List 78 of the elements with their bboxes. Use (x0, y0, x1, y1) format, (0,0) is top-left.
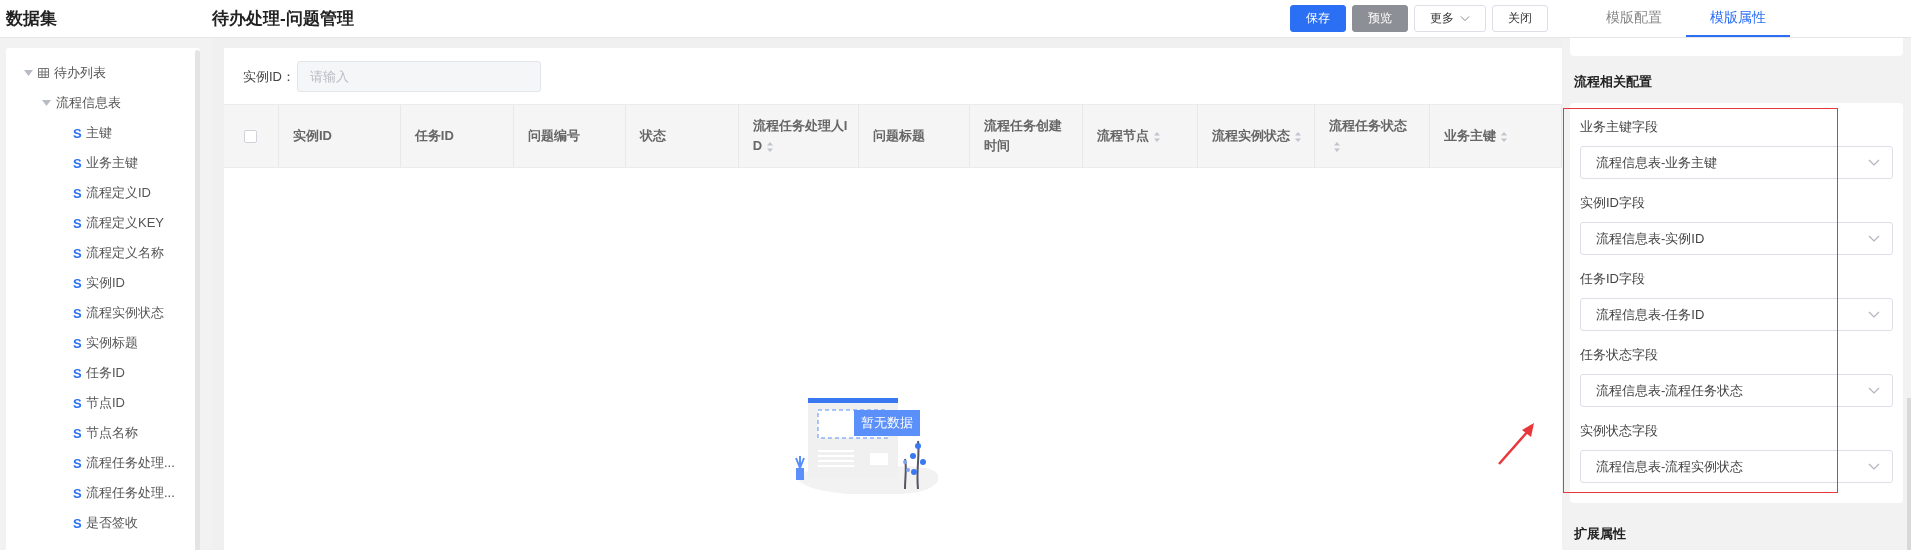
select-field[interactable]: 流程信息表-流程实例状态 (1580, 450, 1893, 483)
string-type-icon: S (73, 155, 81, 171)
panel-title: 数据集 (6, 8, 57, 30)
select-all-checkbox[interactable] (244, 129, 258, 143)
tree-item[interactable]: 流程实例状态 (86, 304, 164, 322)
tab[interactable]: 模版配置 (1582, 0, 1686, 37)
select-field[interactable]: 流程信息表-任务ID (1580, 298, 1893, 331)
chevron-down-icon (1868, 235, 1880, 242)
tree-item[interactable]: 主键 (86, 124, 112, 142)
section-title: 扩展属性 (1573, 525, 1627, 543)
tree-item[interactable]: 流程定义ID (86, 184, 151, 202)
sort-icon[interactable] (766, 140, 774, 153)
sort-icon[interactable] (1333, 140, 1342, 153)
field-label: 任务状态字段 (1580, 346, 1659, 364)
page-title: 待办处理-问题管理 (212, 8, 355, 30)
string-type-icon: S (73, 125, 81, 141)
tree-item[interactable]: 流程任务处理... (86, 484, 175, 502)
chevron-down-icon (1868, 311, 1880, 318)
sort-icon[interactable] (1500, 130, 1509, 143)
tree-item[interactable]: 是否签收 (86, 514, 138, 532)
chevron-down-icon (1868, 387, 1880, 394)
field-label: 实例ID： (243, 67, 295, 86)
field-label: 任务ID字段 (1580, 270, 1646, 288)
string-type-icon: S (73, 185, 81, 201)
column-header: 业务主键 (1444, 126, 1509, 146)
close-button[interactable]: 关闭 (1492, 5, 1548, 32)
string-type-icon: S (73, 425, 81, 441)
chevron-down-icon (1868, 159, 1880, 166)
sort-icon[interactable] (1153, 130, 1162, 143)
column-header: 问题标题 (872, 127, 925, 145)
table-icon (38, 68, 49, 78)
select-field[interactable]: 流程信息表-流程任务状态 (1580, 374, 1893, 407)
more-dropdown[interactable]: 更多 (1414, 5, 1486, 32)
select-field[interactable]: 流程信息表-实例ID (1580, 222, 1893, 255)
tree-item[interactable]: 任务ID (86, 364, 125, 382)
tree-item[interactable]: 流程定义名称 (86, 244, 164, 262)
tree-item[interactable]: 节点ID (86, 394, 125, 412)
string-type-icon: S (73, 275, 81, 291)
column-header: 流程节点 (1097, 126, 1162, 146)
tree-item[interactable]: 流程定义KEY (86, 214, 164, 232)
string-type-icon: S (73, 515, 81, 531)
tree-item[interactable]: 流程信息表 (56, 94, 121, 112)
sort-icon[interactable] (1294, 130, 1303, 143)
tree-item[interactable]: 节点名称 (86, 424, 138, 442)
string-type-icon: S (73, 245, 81, 261)
string-type-icon: S (73, 305, 81, 321)
column-header: 流程任务创建时间 (984, 117, 1064, 155)
tree-item[interactable]: 流程任务处理... (86, 454, 175, 472)
scrollbar[interactable] (195, 50, 200, 550)
string-type-icon: S (73, 215, 81, 231)
string-type-icon: S (73, 395, 81, 411)
column-header: 流程任务处理人ID (752, 117, 848, 155)
annotation-arrow (1496, 420, 1536, 466)
empty-label: 暂无数据 (854, 410, 920, 436)
column-header: 流程实例状态 (1212, 126, 1303, 146)
caret-icon[interactable] (42, 100, 51, 106)
string-type-icon: S (73, 485, 81, 501)
tree-item[interactable]: 实例ID (86, 274, 125, 292)
field-label: 业务主键字段 (1580, 118, 1659, 136)
string-type-icon: S (73, 455, 81, 471)
chevron-down-icon (1460, 15, 1470, 22)
select-field[interactable]: 流程信息表-业务主键 (1580, 146, 1893, 179)
chevron-down-icon (1868, 463, 1880, 470)
column-header: 状态 (639, 127, 666, 145)
save-button[interactable]: 保存 (1290, 5, 1346, 32)
section-title: 流程相关配置 (1573, 73, 1653, 91)
tree-item[interactable]: 实例标题 (86, 334, 138, 352)
field-label: 实例状态字段 (1580, 422, 1659, 440)
string-type-icon: S (73, 335, 81, 351)
column-header: 流程任务状态 (1329, 116, 1420, 156)
column-header: 实例ID (292, 127, 332, 145)
column-header: 任务ID (414, 127, 454, 145)
field-label: 实例ID字段 (1580, 194, 1646, 212)
tree-item[interactable]: 业务主键 (86, 154, 138, 172)
tree-item[interactable]: 待办列表 (54, 64, 106, 82)
string-type-icon: S (73, 365, 81, 381)
column-header: 问题编号 (527, 127, 580, 145)
caret-icon[interactable] (24, 70, 33, 76)
